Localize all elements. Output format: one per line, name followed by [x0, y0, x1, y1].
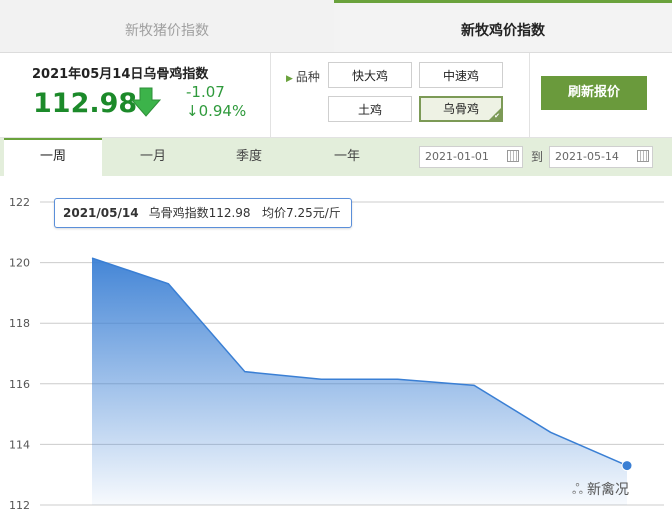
tab-pig-index[interactable]: 新牧猪价指数	[0, 0, 334, 52]
tooltip-index: 乌骨鸡指数112.98	[148, 206, 251, 220]
breed-option-zhongsu[interactable]: 中速鸡	[419, 62, 503, 88]
index-change: -1.07	[186, 83, 225, 101]
breed-option-tuji[interactable]: 土鸡	[328, 96, 412, 122]
range-tab-quarter[interactable]: 季度	[200, 138, 298, 176]
divider	[270, 53, 271, 137]
breed-option-kuaida[interactable]: 快大鸡	[328, 62, 412, 88]
y-tick-label: 122	[9, 196, 30, 209]
highlighted-data-point[interactable]	[621, 460, 633, 472]
date-to-label: 到	[531, 150, 544, 164]
y-tick-label: 114	[9, 438, 30, 451]
breed-option-wugu-label: 乌骨鸡	[442, 102, 479, 116]
date-to-value: 2021-05-14	[555, 150, 619, 163]
wechat-icon: ஃ	[572, 482, 583, 498]
series-area	[92, 258, 627, 505]
y-tick-label: 112	[9, 499, 30, 512]
date-to-input[interactable]: 2021-05-14	[549, 146, 653, 168]
calendar-icon[interactable]	[507, 150, 519, 162]
index-percent: ↓0.94%	[186, 102, 247, 120]
index-value: 112.98	[33, 88, 138, 119]
watermark: ஃ 新禽况	[572, 479, 629, 500]
calendar-icon[interactable]	[637, 150, 649, 162]
range-tab-year[interactable]: 一年	[298, 138, 396, 176]
down-arrow-icon	[130, 87, 162, 117]
y-tick-label: 118	[9, 317, 30, 330]
date-from-input[interactable]: 2021-01-01	[419, 146, 523, 168]
divider	[529, 53, 530, 137]
chart-tooltip: 2021/05/14 乌骨鸡指数112.98 均价7.25元/斤	[54, 198, 352, 228]
check-icon: ✔	[494, 112, 500, 120]
watermark-text: 新禽况	[586, 482, 629, 498]
breed-label: ▶ 品种	[286, 68, 320, 85]
refresh-price-button[interactable]: 刷新报价	[541, 76, 647, 110]
y-tick-label: 116	[9, 378, 30, 391]
tooltip-date: 2021/05/14	[63, 206, 139, 220]
triangle-icon: ▶	[286, 74, 293, 84]
tab-chicken-index[interactable]: 新牧鸡价指数	[334, 0, 672, 52]
date-from-value: 2021-01-01	[425, 150, 489, 163]
y-tick-label: 120	[9, 257, 30, 270]
tooltip-price: 均价7.25元/斤	[262, 206, 341, 220]
breed-label-text: 品种	[295, 70, 320, 84]
price-chart: 122 120 118 116 114 112	[9, 196, 664, 512]
range-tab-week[interactable]: 一周	[4, 138, 102, 176]
range-tab-month[interactable]: 一月	[104, 138, 202, 176]
index-title: 2021年05月14日乌骨鸡指数	[32, 67, 209, 82]
breed-option-wugu[interactable]: 乌骨鸡 ✔	[419, 96, 503, 122]
